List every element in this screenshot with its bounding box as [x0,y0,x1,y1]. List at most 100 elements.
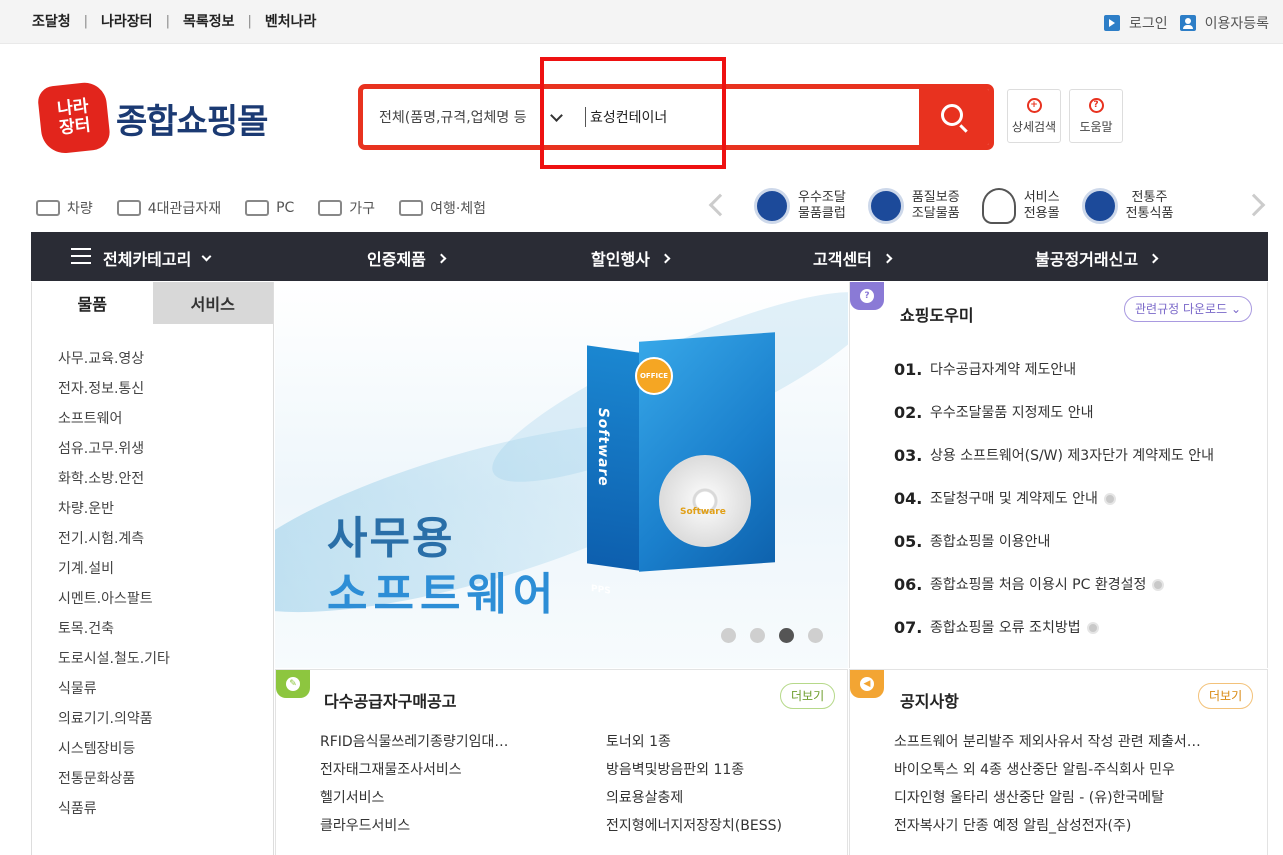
badge-service-mall[interactable]: 서비스 전용몰 [981,188,1060,224]
software-box-image: Software PPS OFFICE Software [587,332,775,597]
panel-title: 다수공급자구매공고 [324,692,457,711]
badge-quality-assured[interactable]: 품질보증 조달물품 [867,188,960,224]
quick-category-travel[interactable]: 여행·체험 [399,198,486,218]
list-item[interactable]: 의료용살충제 [606,784,782,812]
category-item[interactable]: 식품류 [58,794,273,824]
top-user-links: 로그인 이용자등록 [1103,13,1269,33]
list-item[interactable]: 바이오톡스 외 4종 생산중단 알림-주식회사 민우 [894,756,1201,784]
top-site-nav: 조달청 | 나라장터 | 목록정보 | 벤처나라 [32,11,316,31]
office-seal-icon: OFFICE [635,357,673,395]
list-item[interactable]: 클라우드서비스 [320,812,606,840]
chevron-left-icon[interactable] [708,193,732,217]
topnav-link-pps[interactable]: 조달청 [32,11,71,31]
tab-services[interactable]: 서비스 [152,282,273,324]
category-item[interactable]: 화학.소방.안전 [58,464,273,494]
nav-discount-events[interactable]: 할인행사 [591,246,671,270]
help-list: 01. 다수공급자계약 제도안내 02. 우수조달물품 지정제도 안내 03. 상용 … [894,348,1214,649]
help-item[interactable]: 05. 종합쇼핑몰 이용안내 [894,520,1214,563]
category-item[interactable]: 도로시설.철도.기타 [58,644,273,674]
more-button[interactable]: 더보기 [1198,683,1254,709]
list-item[interactable]: 전자복사기 단종 예정 알림_삼성전자(주) [894,812,1201,840]
category-item[interactable]: 전자.정보.통신 [58,374,273,404]
quick-category-pc[interactable]: PC [245,200,294,216]
list-item[interactable]: 디자인형 울타리 생산중단 알림 - (유)한국메탈 [894,784,1201,812]
chevron-right-icon [882,253,893,263]
category-item[interactable]: 시스템장비등 [58,734,273,764]
chevron-right-icon[interactable] [1242,193,1266,217]
help-item[interactable]: 07. 종합쇼핑몰 오류 조치방법 [894,606,1214,649]
quick-category-vehicle[interactable]: 차량 [36,198,93,218]
more-button[interactable]: 더보기 [780,683,836,709]
list-item[interactable]: 토너외 1종 [606,728,782,756]
shopping-help-panel: ? 쇼핑도우미 관련규정 다운로드 ⌄ 01. 다수공급자계약 제도안내 02. 우… [849,282,1268,668]
hamburger-icon[interactable] [71,248,91,264]
search-icon [941,104,963,126]
category-item[interactable]: 식물류 [58,674,273,704]
nav-customer-center[interactable]: 고객센터 [813,246,893,270]
login-link[interactable]: 로그인 [1129,13,1168,33]
category-item[interactable]: 의료기기.의약품 [58,704,273,734]
help-item[interactable]: 01. 다수공급자계약 제도안내 [894,348,1214,391]
list-item[interactable]: 헬기서비스 [320,784,606,812]
carousel-dot[interactable] [808,628,823,643]
category-item[interactable]: 차량.운반 [58,494,273,524]
category-item[interactable]: 소프트웨어 [58,404,273,434]
help-item[interactable]: 03. 상용 소프트웨어(S/W) 제3자단가 계약제도 안내 [894,434,1214,477]
search-input[interactable] [586,89,919,145]
promo-banner[interactable]: Software PPS OFFICE Software 사무용 소프트웨어 [275,282,848,668]
topnav-link-catalog[interactable]: 목록정보 [183,11,235,31]
question-icon: ? [850,282,884,310]
chevron-right-icon [436,253,447,263]
category-list: 사무.교육.영상 전자.정보.통신 소프트웨어 섬유.고무.위생 화학.소방.안… [32,324,273,824]
logo-text: 종합쇼핑몰 [116,101,268,142]
nav-all-categories[interactable]: 전체카테고리 [103,246,212,270]
quick-category-materials[interactable]: 4대관급자재 [116,198,221,218]
magnifier-plus-icon: + [1026,97,1042,113]
emblem-icon [867,188,904,224]
carousel-dot[interactable] [750,628,765,643]
regulation-download-button[interactable]: 관련규정 다운로드 ⌄ [1124,296,1253,322]
list-item[interactable]: 방음벽및방음판외 11종 [606,756,782,784]
category-item[interactable]: 전기.시험.계측 [58,524,273,554]
category-item[interactable]: 시멘트.아스팔트 [58,584,273,614]
help-item[interactable]: 06. 종합쇼핑몰 처음 이용시 PC 환경설정 [894,563,1214,606]
category-item[interactable]: 전통문화상품 [58,764,273,794]
list-item[interactable]: 전지형에너지저장장치(BESS) [606,812,782,840]
help-item[interactable]: 02. 우수조달물품 지정제도 안내 [894,391,1214,434]
carousel-dot[interactable] [721,628,736,643]
help-button[interactable]: ? 도움말 [1069,89,1123,143]
quick-category-row: 차량 4대관급자재 PC 가구 여행·체험 [36,198,510,218]
badge-traditional-food[interactable]: 전통주 전통식품 [1081,188,1173,224]
detail-search-button[interactable]: + 상세검색 [1007,89,1061,143]
panel-title: 공지사항 [900,692,959,711]
search-button[interactable] [919,89,989,145]
nav-unfair-trade-report[interactable]: 불공정거래신고 [1035,246,1159,270]
site-logo[interactable]: 나라 장터 종합쇼핑몰 [36,80,300,156]
quick-category-furniture[interactable]: 가구 [318,198,375,218]
category-item[interactable]: 사무.교육.영상 [58,344,273,374]
category-item[interactable]: 토목.건축 [58,614,273,644]
badge-excellent-club[interactable]: 우수조달 물품클럽 [754,188,846,224]
topnav-link-narajangteo[interactable]: 나라장터 [101,11,153,31]
mas-notice-panel: ✎ 다수공급자구매공고 더보기 RFID음식물쓰레기종량기임대… 전자태그재물조… [275,669,848,855]
logo-seal-icon: 나라 장터 [36,80,112,156]
list-item[interactable]: 전자태그재물조사서비스 [320,756,606,784]
tab-goods[interactable]: 물품 [32,282,153,324]
chevron-right-icon [660,253,671,263]
category-sidebar: 물품 서비스 사무.교육.영상 전자.정보.통신 소프트웨어 섬유.고무.위생 … [31,282,274,855]
register-link[interactable]: 이용자등록 [1205,13,1269,33]
emblem-icon [1081,188,1118,224]
category-item[interactable]: 기계.설비 [58,554,273,584]
category-item[interactable]: 섬유.고무.위생 [58,434,273,464]
list-item[interactable]: RFID음식물쓰레기종량기임대… [320,728,606,756]
topnav-link-venture[interactable]: 벤처나라 [265,11,317,31]
carousel-dot-active[interactable] [779,628,794,643]
help-item[interactable]: 04. 조달청구매 및 계약제도 안내 [894,477,1214,520]
nav-certified-products[interactable]: 인증제품 [367,246,447,270]
badge-carousel: 우수조달 물품클럽 품질보증 조달물품 서비스 전용몰 전통주 전통식품 [754,188,1195,224]
search-category-select[interactable]: 전체(품명,규격,업체명 등 [363,89,585,145]
user-register-icon [1179,15,1196,31]
emblem-icon [754,188,790,224]
monitor-icon [245,200,270,216]
list-item[interactable]: 소프트웨어 분리발주 제외사유서 작성 관련 제출서… [894,728,1201,756]
